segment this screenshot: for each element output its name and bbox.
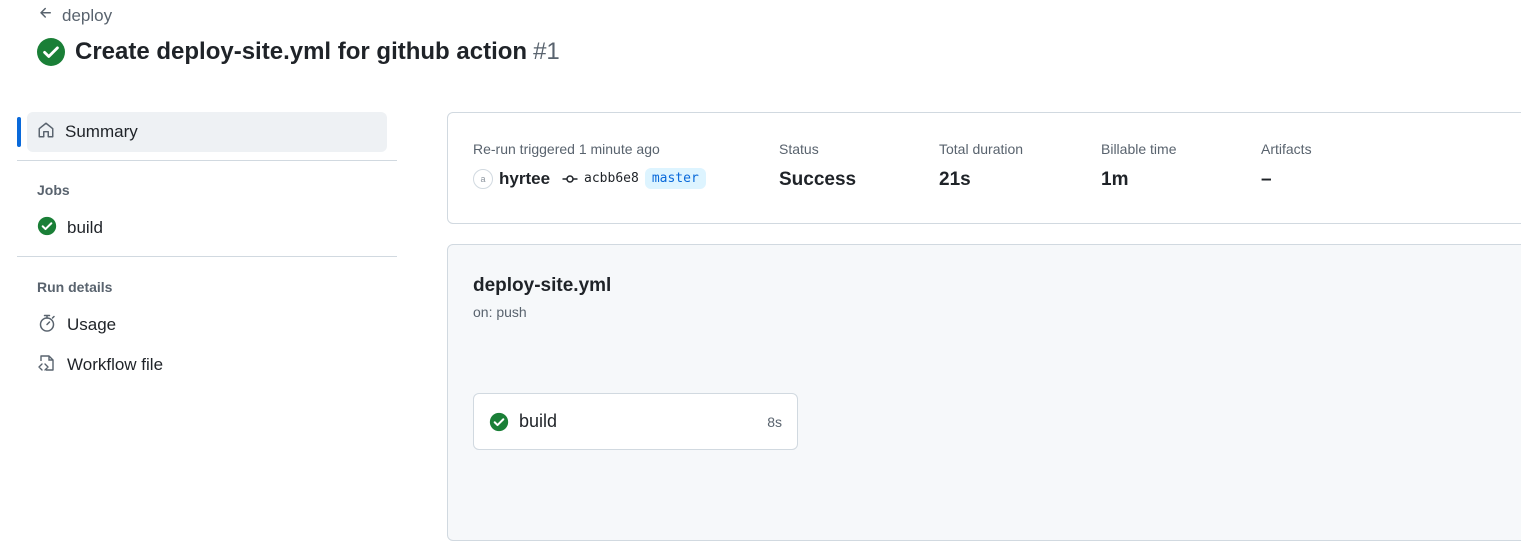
workflow-file-name: deploy-site.yml [473, 275, 612, 296]
check-circle-fill-icon [489, 412, 509, 432]
sidebar-divider [17, 160, 397, 161]
actor-link[interactable]: hyrtee [499, 169, 550, 189]
sidebar-item-usage[interactable]: Usage [17, 305, 397, 345]
commit-sha-link[interactable]: acbb6e8 [584, 171, 639, 186]
artifacts-value: – [1261, 169, 1272, 190]
sidebar-divider [17, 256, 397, 257]
home-icon [37, 121, 55, 144]
artifacts-column: Artifacts – [1261, 141, 1312, 191]
sidebar-item-summary[interactable]: Summary [17, 112, 387, 152]
job-duration: 8s [767, 413, 782, 430]
active-indicator [17, 117, 21, 147]
arrow-left-icon [38, 5, 54, 26]
duration-column: Total duration 21s [939, 141, 1023, 191]
billable-column: Billable time 1m [1101, 141, 1176, 191]
run-details-section-title: Run details [37, 279, 113, 295]
git-commit-icon [562, 171, 578, 187]
jobs-section-title: Jobs [37, 182, 70, 198]
status-column: Status Success [779, 141, 856, 191]
branch-badge[interactable]: master [644, 168, 706, 189]
trigger-column: Re-run triggered 1 minute ago a hyrtee a… [473, 141, 706, 189]
sidebar-item-workflow-file[interactable]: Workflow file [17, 345, 397, 385]
workflow-graph: deploy-site.yml on: push build 8s [447, 244, 1521, 541]
sidebar-item-label: Usage [67, 315, 117, 334]
status-value: Success [779, 169, 857, 190]
sidebar-item-label: Summary [65, 122, 138, 141]
job-card-build[interactable]: build 8s [473, 393, 798, 450]
sidebar-item-label: build [67, 218, 103, 237]
avatar[interactable]: a [473, 168, 493, 189]
back-link-label: deploy [62, 5, 113, 25]
page-title: Create deploy-site.yml for github action… [37, 38, 560, 66]
billable-label: Billable time [1101, 141, 1177, 157]
check-circle-fill-icon [37, 216, 57, 241]
duration-label: Total duration [939, 141, 1024, 157]
stopwatch-icon [37, 313, 57, 338]
duration-value: 21s [939, 169, 971, 190]
run-summary-card: Re-run triggered 1 minute ago a hyrtee a… [447, 112, 1521, 224]
run-number: #1 [533, 38, 560, 65]
sidebar-item-build[interactable]: build [17, 208, 397, 248]
trigger-label: Re-run triggered 1 minute ago [473, 141, 660, 157]
check-circle-fill-icon [37, 38, 65, 66]
run-title: Create deploy-site.yml for github action [75, 38, 528, 65]
file-code-icon [37, 353, 57, 378]
sidebar-item-label: Workflow file [67, 355, 164, 374]
sidebar: Summary Jobs build Run details Usage Wor… [17, 112, 397, 385]
status-label: Status [779, 141, 819, 157]
workflow-trigger: on: push [473, 304, 527, 320]
billable-value[interactable]: 1m [1101, 169, 1176, 191]
back-link-deploy[interactable]: deploy [38, 5, 112, 26]
job-name: build [519, 411, 558, 431]
artifacts-label: Artifacts [1261, 141, 1312, 157]
